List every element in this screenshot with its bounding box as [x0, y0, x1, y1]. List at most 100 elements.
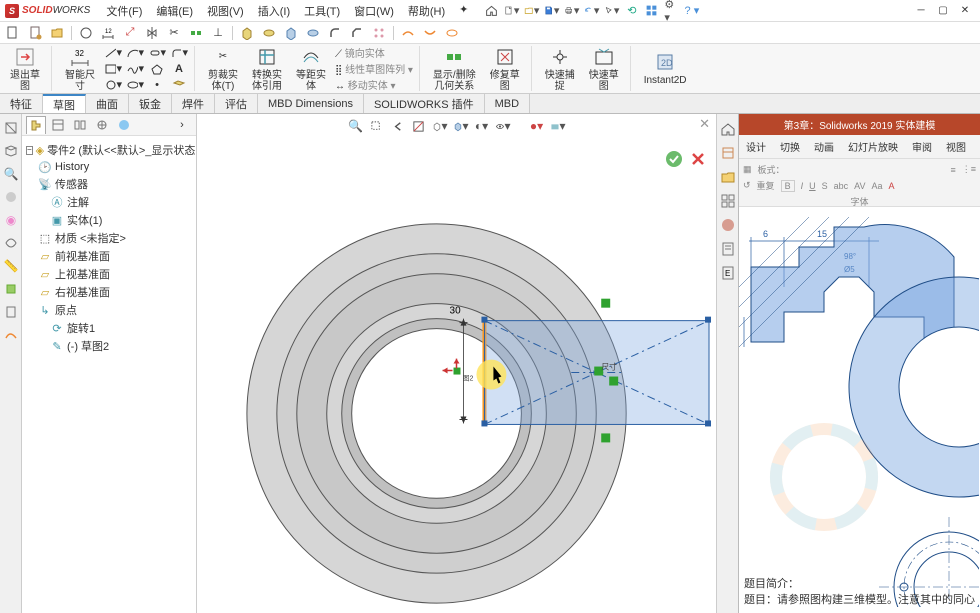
mirror-entities-button[interactable]: ⟋ 镜向实体 [335, 45, 413, 60]
vp-scene-icon[interactable]: ◐▾ [474, 118, 490, 134]
tree-solid-bodies[interactable]: ▣ 实体(1) [26, 211, 192, 229]
trim-button[interactable]: ✂ 剪裁实 体(T) [203, 44, 243, 94]
left-tool-section-icon[interactable] [2, 119, 20, 137]
taskpane-forum-icon[interactable]: E [719, 264, 737, 282]
qat-relation-icon[interactable] [188, 25, 204, 41]
ppt-tab-design[interactable]: 设计 [739, 135, 773, 158]
save-icon[interactable]: ▾ [544, 3, 559, 18]
polygon-tool[interactable] [148, 62, 166, 76]
vp-section-icon[interactable] [411, 118, 427, 134]
feature-tab-tree-icon[interactable] [26, 116, 46, 134]
ppt-slide-area[interactable]: 6 15 98° Ø5 4 [739, 207, 980, 613]
move-entities-button[interactable]: ↔ 移动实体 ▾ [335, 77, 413, 92]
tree-root[interactable]: − ◈ 零件2 (默认<<默认>_显示状态 1>) [26, 141, 192, 159]
tree-revolve1[interactable]: ⟳ 旋转1 [26, 319, 192, 337]
linear-pattern-button[interactable]: ⣿ 线性草图阵列 ▾ [335, 61, 413, 76]
taskpane-file-explorer-icon[interactable] [719, 168, 737, 186]
ppt-tab-animations[interactable]: 动画 [807, 135, 841, 158]
tab-sheetmetal[interactable]: 钣金 [129, 94, 172, 113]
display-relations-button[interactable]: 显示/删除 几何关系 [428, 44, 481, 94]
tree-sensors[interactable]: 📡 传感器 [26, 175, 192, 193]
ppt-layout-icon[interactable]: ▦ [743, 164, 752, 175]
settings-icon[interactable]: ⚙ ▾ [664, 3, 679, 18]
tab-weldments[interactable]: 焊件 [172, 94, 215, 113]
tree-annotations[interactable]: Ⓐ 注解 [26, 193, 192, 211]
circle-tool[interactable]: ▾ [104, 78, 122, 92]
menu-file[interactable]: 文件(F) [100, 1, 148, 21]
qat-cut-revolve-icon[interactable] [305, 25, 321, 41]
vp-appearance-icon[interactable]: ●▾ [529, 118, 545, 134]
ppt-tab-review[interactable]: 审阅 [905, 135, 939, 158]
rect-tool[interactable]: ▾ [104, 62, 122, 76]
qat-extrude-icon[interactable] [239, 25, 255, 41]
taskpane-custom-props-icon[interactable] [719, 240, 737, 258]
qat-dim-icon[interactable]: 12 [100, 25, 116, 41]
qat-fillet-icon[interactable] [327, 25, 343, 41]
left-tool-hide-icon[interactable] [2, 234, 20, 252]
rebuild-icon[interactable]: ⟲ [624, 3, 639, 18]
tree-collapse-icon[interactable]: − [26, 146, 33, 155]
undo-icon[interactable]: ▾ [584, 3, 599, 18]
tree-sketch2[interactable]: ✎ (-) 草图2 [26, 337, 192, 355]
tab-mbd[interactable]: MBD [485, 94, 530, 113]
plane-tool[interactable] [170, 78, 188, 92]
taskpane-design-library-icon[interactable] [719, 144, 737, 162]
maximize-button[interactable]: ▢ [933, 3, 953, 19]
slot-tool[interactable]: ▾ [148, 46, 166, 60]
print-icon[interactable]: ▾ [564, 3, 579, 18]
taskpane-view-palette-icon[interactable] [719, 192, 737, 210]
qat-pattern-icon[interactable] [371, 25, 387, 41]
point-tool[interactable]: • [148, 78, 166, 92]
ppt-bullets-icon[interactable]: ≡ [950, 165, 955, 175]
dimension-value[interactable]: 30 [450, 306, 462, 317]
tab-solidworks-addins[interactable]: SOLIDWORKS 插件 [364, 94, 485, 113]
select-icon[interactable]: ▾ [604, 3, 619, 18]
left-tool-shade-icon[interactable] [2, 188, 20, 206]
home-icon[interactable] [484, 3, 499, 18]
feature-tab-dimxpert-icon[interactable] [92, 116, 112, 134]
ppt-reset-icon[interactable]: ↺ [743, 180, 751, 191]
vp-orientation-icon[interactable]: ▾ [432, 118, 448, 134]
menu-tools[interactable]: 工具(T) [298, 1, 346, 21]
quick-sketch-button[interactable]: 快速草 图 [584, 44, 624, 94]
vp-hide-show-icon[interactable]: ▾ [495, 118, 511, 134]
ppt-tab-view[interactable]: 视图 [939, 135, 973, 158]
minimize-button[interactable]: ─ [911, 3, 931, 19]
open-icon[interactable]: ▾ [524, 3, 539, 18]
left-tool-view-icon[interactable] [2, 142, 20, 160]
qat-edit-icon[interactable] [27, 25, 43, 41]
left-tool-measure-icon[interactable]: 📏 [2, 257, 20, 275]
graphics-viewport[interactable]: 🔍 ▾ ▾ ◐▾ ▾ ●▾ ▾ ✕ [197, 114, 716, 613]
tree-history[interactable]: 🕑 History [26, 159, 192, 175]
feature-tab-config-icon[interactable] [70, 116, 90, 134]
left-tool-color-icon[interactable]: ◉ [2, 211, 20, 229]
smart-dimension-button[interactable]: 32 智能尺 寸 [60, 44, 100, 94]
repair-sketch-button[interactable]: 修复草 图 [485, 44, 525, 94]
qat-revolve-icon[interactable] [261, 25, 277, 41]
tree-front-plane[interactable]: ▱ 前视基准面 [26, 247, 192, 265]
exit-sketch-button[interactable]: 退出草 图 [5, 44, 45, 94]
menu-help[interactable]: 帮助(H) [402, 1, 451, 21]
tab-mbd-dimensions[interactable]: MBD Dimensions [258, 94, 364, 113]
vp-display-style-icon[interactable]: ▾ [453, 118, 469, 134]
options-icon[interactable] [644, 3, 659, 18]
qat-cut-extrude-icon[interactable] [283, 25, 299, 41]
ppt-numbering-icon[interactable]: ⋮≡ [962, 164, 976, 175]
qat-open-icon[interactable] [49, 25, 65, 41]
left-tool-doc-icon[interactable] [2, 303, 20, 321]
convert-entities-button[interactable]: 转换实 体引用 [247, 44, 287, 94]
qat-new-icon[interactable] [5, 25, 21, 41]
viewport-close-icon[interactable]: ✕ [699, 116, 710, 132]
close-button[interactable]: ✕ [955, 3, 975, 19]
menu-edit[interactable]: 编辑(E) [150, 1, 199, 21]
qat-circle-icon[interactable] [78, 25, 94, 41]
menu-view[interactable]: 视图(V) [201, 1, 250, 21]
ppt-tab-slideshow[interactable]: 幻灯片放映 [841, 135, 905, 158]
arc-tool[interactable]: ▾ [126, 46, 144, 60]
feature-tab-property-icon[interactable] [48, 116, 68, 134]
tab-sketch[interactable]: 草图 [43, 94, 86, 113]
taskpane-appearances-icon[interactable] [719, 216, 737, 234]
sketch-canvas[interactable]: 30 尺寸 [197, 144, 716, 613]
fillet-sketch-tool[interactable]: ▾ [170, 46, 188, 60]
qat-perp-icon[interactable]: ⊥ [210, 25, 226, 41]
